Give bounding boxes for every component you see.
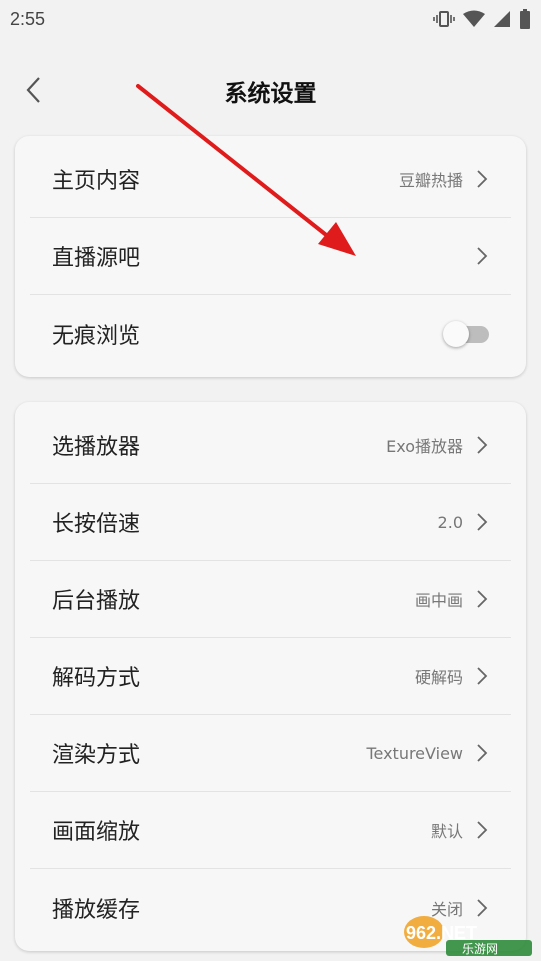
row-label: 后台播放 [52, 589, 141, 614]
chevron-right-icon [477, 247, 488, 265]
row-incognito-browsing: 无痕浏览 [30, 295, 511, 372]
title-bar: 系统设置 [0, 60, 541, 120]
row-long-press-speed[interactable]: 长按倍速 2.0 [30, 484, 511, 561]
row-value: 默认 [430, 822, 463, 841]
row-background-playback[interactable]: 后台播放 画中画 [30, 561, 511, 638]
settings-group-general: 主页内容 豆瓣热播 直播源吧 无痕浏览 [15, 136, 526, 377]
chevron-right-icon [477, 744, 488, 762]
chevron-right-icon [477, 513, 488, 531]
row-value: TextureView [366, 743, 463, 763]
vibrate-icon [433, 11, 455, 27]
toggle-knob [443, 320, 469, 347]
row-label: 渲染方式 [52, 743, 141, 768]
row-value: 画中画 [414, 591, 463, 610]
battery-icon [520, 9, 530, 29]
row-picture-scale[interactable]: 画面缩放 默认 [30, 792, 511, 869]
chevron-right-icon [477, 436, 488, 454]
chevron-right-icon [477, 170, 488, 188]
row-live-source[interactable]: 直播源吧 [30, 218, 511, 295]
watermark-logo: 962.NET 乐游网 [400, 910, 535, 958]
row-home-content[interactable]: 主页内容 豆瓣热播 [30, 141, 511, 218]
watermark-logo-icon: 962.NET 乐游网 [404, 916, 532, 956]
row-render-mode[interactable]: 渲染方式 TextureView [30, 715, 511, 792]
row-label: 直播源吧 [52, 246, 141, 271]
status-time: 2:55 [10, 8, 46, 29]
row-label: 播放缓存 [52, 897, 141, 923]
wifi-icon [463, 10, 485, 27]
row-label: 解码方式 [52, 666, 141, 691]
row-value: 2.0 [437, 512, 463, 532]
row-choose-player[interactable]: 选播放器 Exo播放器 [30, 407, 511, 484]
row-value: Exo播放器 [386, 437, 463, 456]
status-bar: 2:55 [0, 0, 541, 38]
incognito-toggle[interactable] [443, 320, 489, 347]
watermark-bottom-text: 乐游网 [462, 942, 498, 956]
signal-icon [494, 11, 510, 27]
chevron-right-icon [477, 590, 488, 608]
chevron-right-icon [477, 667, 488, 685]
row-label: 长按倍速 [52, 512, 141, 537]
row-decode-mode[interactable]: 解码方式 硬解码 [30, 638, 511, 715]
row-label: 画面缩放 [52, 820, 141, 845]
row-value: 豆瓣热播 [398, 171, 463, 190]
status-icons [433, 9, 531, 29]
page-title: 系统设置 [224, 81, 317, 107]
row-label: 无痕浏览 [52, 323, 141, 349]
chevron-right-icon [477, 821, 488, 839]
row-label: 选播放器 [52, 435, 141, 460]
settings-group-player: 选播放器 Exo播放器 长按倍速 2.0 后台播放 画中画 解码方式 硬解码 渲… [15, 402, 526, 951]
row-value: 硬解码 [414, 668, 463, 687]
row-label: 主页内容 [52, 169, 141, 194]
